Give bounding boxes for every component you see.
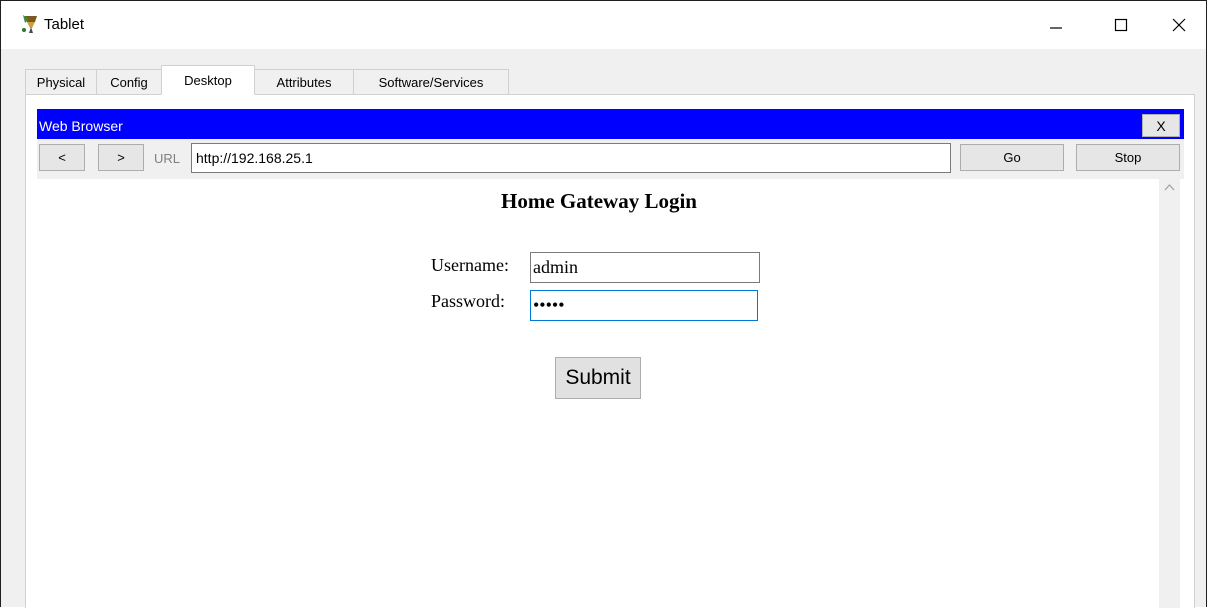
tab-config[interactable]: Config	[96, 69, 162, 95]
maximize-button[interactable]	[1093, 1, 1149, 49]
stop-button[interactable]: Stop	[1076, 144, 1180, 171]
tablet-window: Tablet Physical Config Desktop Attribute…	[0, 0, 1207, 608]
maximize-icon	[1114, 18, 1128, 32]
forward-button[interactable]: >	[98, 144, 144, 171]
minimize-button[interactable]	[1028, 1, 1084, 49]
close-window-button[interactable]	[1151, 1, 1207, 49]
page-title: Home Gateway Login	[501, 189, 697, 213]
browser-titlebar: Web Browser X	[37, 109, 1184, 139]
go-button[interactable]: Go	[960, 144, 1064, 171]
tab-strip: Physical Config Desktop Attributes Softw…	[25, 65, 509, 95]
tab-attributes[interactable]: Attributes	[254, 69, 354, 95]
tab-desktop[interactable]: Desktop	[161, 65, 255, 95]
password-label: Password:	[431, 291, 506, 311]
submit-button[interactable]: Submit	[555, 357, 641, 399]
tab-software-services[interactable]: Software/Services	[353, 69, 509, 95]
chevron-up-icon[interactable]	[1164, 183, 1175, 191]
username-label: Username:	[431, 255, 509, 275]
minimize-icon	[1050, 27, 1062, 29]
tab-physical[interactable]: Physical	[25, 69, 97, 95]
window-title: Tablet	[44, 16, 85, 33]
tablet-app-icon	[21, 13, 41, 35]
web-browser: Web Browser X < > URL Go Stop Home Gatew…	[37, 109, 1184, 608]
browser-content: Home Gateway Login Username: Password: S…	[39, 179, 1159, 608]
browser-nav-bar: < > URL Go Stop	[37, 139, 1184, 179]
window-titlebar: Tablet	[1, 1, 1206, 49]
browser-title: Web Browser	[39, 118, 123, 134]
vertical-scrollbar[interactable]	[1159, 179, 1180, 608]
url-input[interactable]	[191, 143, 951, 173]
password-field[interactable]	[530, 290, 758, 321]
back-button[interactable]: <	[39, 144, 85, 171]
username-field[interactable]	[530, 252, 760, 283]
close-icon	[1172, 18, 1186, 32]
browser-close-button[interactable]: X	[1142, 114, 1180, 137]
url-label: URL	[154, 151, 181, 166]
